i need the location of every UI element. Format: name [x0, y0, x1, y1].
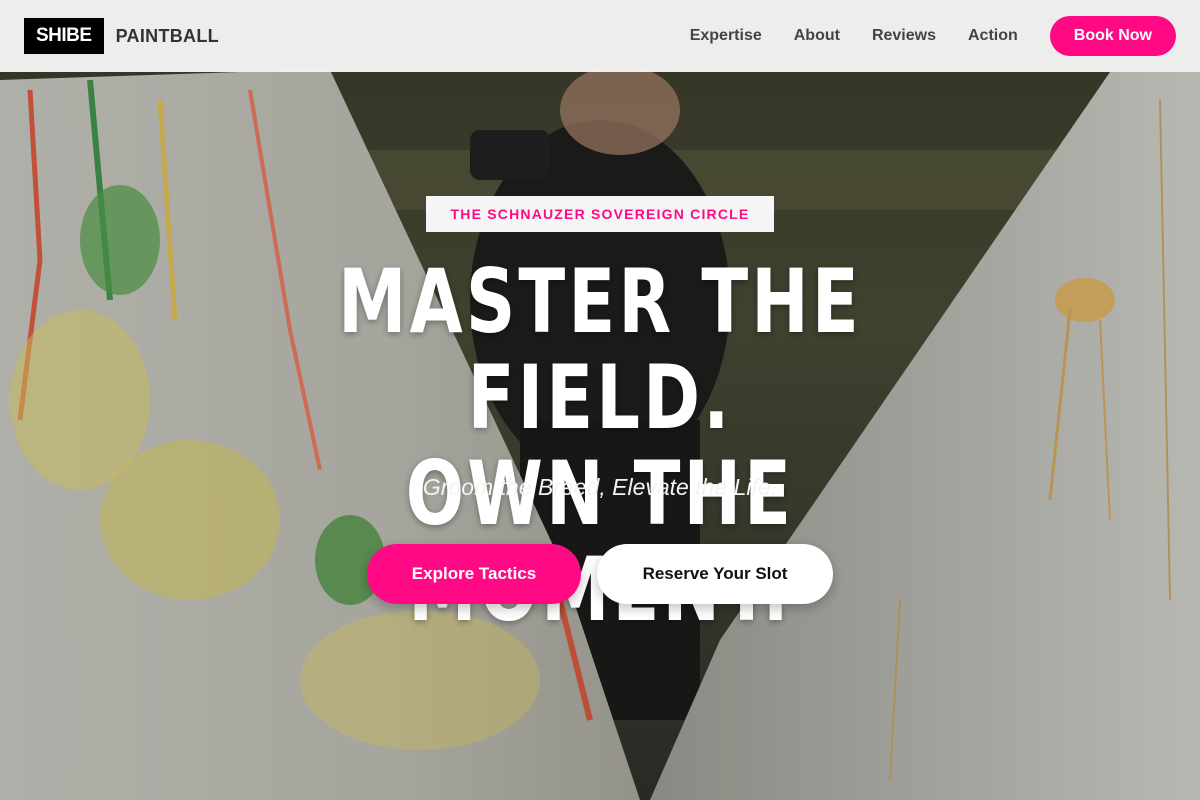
nav-link-about[interactable]: About: [794, 27, 840, 45]
hero-cta-group: Explore Tactics Reserve Your Slot: [0, 544, 1200, 604]
site-header: SHIBE PAINTBALL Expertise About Reviews …: [0, 0, 1200, 72]
logo-mark[interactable]: SHIBE: [24, 18, 104, 54]
nav-link-expertise[interactable]: Expertise: [690, 27, 762, 45]
nav-link-action[interactable]: Action: [968, 27, 1018, 45]
logo-wordmark[interactable]: PAINTBALL: [116, 26, 219, 47]
nav-link-reviews[interactable]: Reviews: [872, 27, 936, 45]
book-now-button[interactable]: Book Now: [1049, 16, 1176, 56]
headline-line-1: MASTER THE FIELD.: [338, 250, 862, 449]
hero-section: THE SCHNAUZER SOVEREIGN CIRCLE MASTER TH…: [0, 72, 1200, 800]
hero-eyebrow-badge: THE SCHNAUZER SOVEREIGN CIRCLE: [426, 196, 774, 232]
hero-tagline: Groom the Breed, Elevate the Life.: [422, 474, 778, 500]
reserve-slot-button[interactable]: Reserve Your Slot: [597, 544, 833, 604]
main-nav: Expertise About Reviews Action Book Now: [658, 16, 1176, 56]
brand-logo[interactable]: SHIBE PAINTBALL: [24, 18, 219, 54]
explore-tactics-button[interactable]: Explore Tactics: [367, 544, 581, 604]
